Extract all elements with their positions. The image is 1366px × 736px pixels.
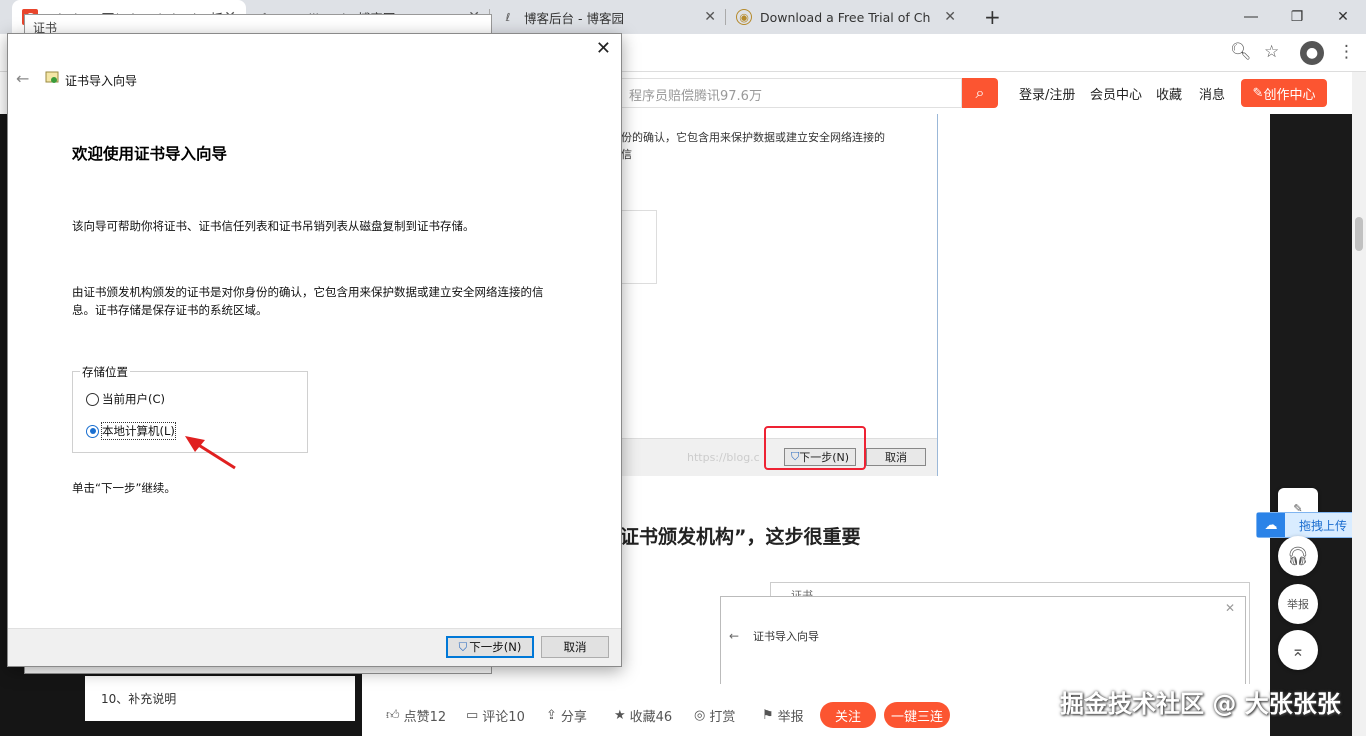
wizard-close-icon[interactable]: ✕ — [596, 38, 611, 59]
support-float-button[interactable]: 🎧︎ — [1278, 536, 1318, 576]
vip-center-link[interactable]: 会员中心 — [1090, 84, 1142, 103]
wizard-title: 证书导入向导 — [65, 74, 138, 88]
wizard-back-icon[interactable]: ← — [16, 69, 29, 88]
menu-dots-icon[interactable]: ⋮ — [1338, 42, 1355, 62]
triple-button[interactable]: 一键三连 — [884, 702, 950, 728]
back-to-top-button[interactable]: ⌅ — [1278, 630, 1318, 670]
profile-avatar-icon[interactable]: ● — [1300, 41, 1324, 65]
share-icon: ⇪ — [546, 708, 557, 723]
certificate-icon — [45, 71, 59, 83]
coin-icon: ◎ — [694, 708, 706, 723]
wizard-heading: 欢迎使用证书导入向导 — [72, 145, 228, 163]
uac-shield-icon: ⛉ — [458, 639, 468, 654]
messages-link[interactable]: 消息 — [1199, 84, 1225, 103]
scrollbar-thumb[interactable] — [1355, 217, 1363, 251]
pen-icon: ✎ — [1252, 85, 1264, 101]
screenshot-url-watermark: https://blog.c — [687, 451, 760, 464]
create-center-button[interactable]: ✎ 创作中心 — [1241, 79, 1327, 107]
search-icon: ⌕ — [975, 83, 985, 102]
wizard-footer: ⛉ 下一步(N) 取消 — [8, 628, 621, 666]
radio-button[interactable] — [86, 392, 99, 406]
flag-icon: ⚑ — [762, 708, 774, 723]
cloud-icon: ☁ — [1257, 513, 1285, 537]
thumbs-up-icon: 👍︎ — [386, 708, 400, 723]
comment-button[interactable]: ▭ 评论10 — [466, 706, 525, 725]
star-icon: ★ — [614, 708, 626, 723]
zoom-icon[interactable]: 🔍︎ — [1230, 42, 1252, 62]
headset-icon: 🎧︎ — [1286, 545, 1310, 567]
juejin-watermark: 掘金技术社区 @ 大张张张 — [1060, 690, 1341, 718]
page-scrollbar[interactable] — [1352, 72, 1366, 736]
search-button[interactable]: ⌕ — [962, 78, 998, 108]
restore-icon[interactable]: ❐ — [1274, 0, 1320, 34]
screenshot-cancel-button: 取消 — [866, 448, 926, 466]
screenshot-text: 份的确认，它包含用来保护数据或建立安全网络连接的信 — [621, 131, 885, 161]
close-window-icon[interactable]: ✕ — [1320, 0, 1366, 34]
inner-back-icon: ← — [729, 629, 740, 643]
wizard-cancel-button[interactable]: 取消 — [541, 636, 609, 658]
wizard-cert-info: 由证书颁发机构颁发的证书是对你身份的确认，它包含用来保护数据或建立安全网络连接的… — [72, 285, 544, 317]
login-link[interactable]: 登录/注册 — [1019, 84, 1075, 103]
favorites-link[interactable]: 收藏 — [1156, 84, 1182, 103]
radio-local-machine[interactable]: 本地计算机(L) — [86, 422, 176, 440]
toc-panel: 10、补充说明 — [85, 676, 355, 721]
share-button[interactable]: ⇪ 分享 — [546, 706, 587, 725]
cnblogs-favicon-icon: ℓ — [505, 10, 511, 24]
tab-cnblogs-admin[interactable]: ℓ 博客后台 - 博客园 ✕ — [490, 0, 726, 34]
comment-icon: ▭ — [466, 708, 479, 723]
report-button[interactable]: ⚑ 举报 — [762, 706, 804, 725]
collect-button[interactable]: ★ 收藏46 — [614, 706, 672, 725]
radio-current-user[interactable]: 当前用户(C) — [86, 391, 165, 407]
reward-button[interactable]: ◎ 打赏 — [694, 706, 735, 725]
follow-button[interactable]: 关注 — [820, 702, 876, 728]
red-arrow-annotation — [185, 436, 236, 470]
minimize-icon[interactable]: ― — [1228, 0, 1274, 34]
toc-item[interactable]: 10、补充说明 — [101, 692, 176, 706]
report-float-button[interactable]: 举报 — [1278, 584, 1318, 624]
like-button[interactable]: 👍︎ 点赞12 — [386, 706, 446, 725]
bookmark-star-icon[interactable]: ☆ — [1264, 42, 1279, 62]
certificate-import-wizard: ✕ ← 证书导入向导 欢迎使用证书导入向导 该向导可帮助你将证书、证书信任列表和… — [7, 33, 622, 667]
search-input[interactable]: 程序员赔偿腾讯97.6万 — [618, 78, 962, 108]
radio-button-selected[interactable] — [86, 424, 99, 438]
article-screenshot: 份的确认，它包含用来保护数据或建立安全网络连接的信 https://blog.c — [620, 114, 938, 476]
drag-upload-button[interactable]: ☁ 拖拽上传 — [1256, 512, 1360, 538]
inner-wizard-title: 证书导入向导 — [753, 630, 819, 643]
highlight-box — [764, 426, 866, 470]
to-top-icon: ⌅ — [1291, 640, 1305, 660]
tab-charles-download[interactable]: ◉ Download a Free Trial of Charl ✕ — [726, 0, 966, 34]
wizard-next-button[interactable]: ⛉ 下一步(N) — [446, 636, 534, 658]
store-location-label: 存储位置 — [80, 364, 130, 380]
tab-close-icon[interactable]: ✕ — [944, 9, 956, 25]
screenshot-groupbox — [621, 210, 657, 284]
wizard-description: 该向导可帮助你将证书、证书信任列表和证书吊销列表从磁盘复制到证书存储。 — [72, 219, 475, 233]
new-tab-button[interactable]: + — [974, 0, 1004, 34]
wizard-continue-text: 单击“下一步”继续。 — [72, 481, 176, 495]
tab-close-icon[interactable]: ✕ — [704, 9, 716, 25]
inner-close-icon: ✕ — [1224, 601, 1235, 615]
article-heading: 证书颁发机构”，这步很重要 — [620, 526, 861, 548]
charles-favicon-icon: ◉ — [736, 9, 752, 25]
